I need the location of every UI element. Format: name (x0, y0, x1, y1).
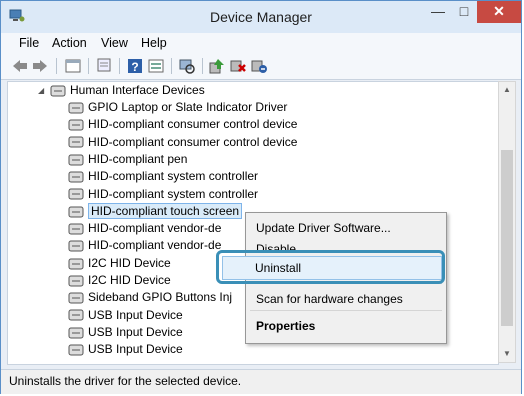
hid-device-icon (68, 102, 84, 114)
toolbar-separator (88, 58, 89, 74)
category-label: Human Interface Devices (70, 83, 205, 97)
tree-device-item[interactable]: HID-compliant consumer control device (68, 116, 297, 133)
device-label: USB Input Device (88, 324, 183, 339)
scroll-up-icon[interactable]: ▲ (499, 82, 515, 98)
device-manager-window: Device Manager — □ ✕ File Action View He… (0, 0, 522, 394)
toolbar-separator (171, 58, 172, 74)
title-bar: Device Manager — □ ✕ (1, 1, 521, 33)
hid-device-icon (68, 327, 84, 339)
toolbar-separator (119, 58, 120, 74)
forward-arrow-icon[interactable] (31, 57, 49, 75)
status-bar: Uninstalls the driver for the selected d… (1, 369, 521, 394)
tree-device-item[interactable]: HID-compliant touch screen (68, 202, 243, 220)
toolbar: ? (1, 53, 521, 80)
device-label: HID-compliant system controller (88, 186, 259, 201)
hid-device-icon (68, 136, 84, 148)
hid-device-icon (68, 240, 84, 252)
device-label: GPIO Laptop or Slate Indicator Driver (88, 100, 288, 114)
scroll-thumb[interactable] (501, 150, 513, 326)
callout-highlight (216, 250, 445, 284)
device-label: HID-compliant vendor-de (88, 238, 222, 253)
menu-view[interactable]: View (101, 36, 128, 50)
disable-device-icon[interactable] (229, 57, 247, 75)
maximize-button[interactable]: □ (451, 1, 477, 23)
back-arrow-icon[interactable] (11, 57, 29, 75)
device-label: USB Input Device (88, 307, 183, 322)
device-label: I2C HID Device (88, 273, 171, 287)
vertical-scrollbar[interactable]: ▲ ▼ (498, 81, 516, 363)
tree-device-item[interactable]: I2C HID Device (68, 255, 171, 272)
minimize-button[interactable]: — (425, 1, 451, 23)
hid-device-icon (68, 223, 84, 235)
update-driver-icon[interactable] (208, 57, 226, 75)
properties-item[interactable]: Properties (256, 319, 315, 333)
tree-device-item[interactable]: HID-compliant pen (68, 151, 187, 168)
uninstall-device-icon[interactable] (250, 57, 268, 75)
device-label: Sideband GPIO Buttons Inj (88, 290, 233, 305)
status-text: Uninstalls the driver for the selected d… (9, 374, 242, 388)
tree-device-item[interactable]: HID-compliant consumer control device (68, 134, 297, 151)
device-label: I2C HID Device (88, 255, 171, 270)
hid-device-icon (68, 309, 84, 321)
hid-device-icon (68, 119, 84, 131)
hid-device-icon (68, 206, 84, 218)
tree-device-item[interactable]: USB Input Device (68, 341, 183, 358)
device-label: HID-compliant system controller (88, 169, 259, 184)
hid-device-icon (68, 292, 84, 304)
hid-device-icon (68, 154, 84, 166)
tree-device-item[interactable]: USB Input Device (68, 324, 183, 341)
tree-device-item[interactable]: HID-compliant vendor-de (68, 220, 221, 237)
properties-icon[interactable] (64, 57, 82, 75)
device-label: HID-compliant vendor-de (88, 221, 222, 236)
expander-icon[interactable]: ◢ (38, 82, 44, 99)
hid-device-icon (68, 188, 84, 200)
update-driver-software-item[interactable]: Update Driver Software... (256, 221, 391, 235)
tree-device-item[interactable]: Sideband GPIO Buttons Inj (68, 289, 232, 306)
device-label: USB Input Device (88, 342, 183, 357)
menu-help[interactable]: Help (141, 36, 167, 50)
toolbar-separator (202, 58, 203, 74)
tree-device-item[interactable]: HID-compliant system controller (68, 168, 258, 185)
device-label: HID-compliant consumer control device (88, 134, 298, 149)
hid-device-icon (68, 275, 84, 287)
device-label: HID-compliant consumer control device (88, 117, 298, 132)
menu-action[interactable]: Action (52, 36, 87, 50)
svg-text:?: ? (131, 60, 138, 74)
computer-icon[interactable] (95, 57, 113, 75)
help-icon[interactable]: ? (126, 57, 144, 75)
menu-file[interactable]: File (19, 36, 39, 50)
hid-device-icon (68, 258, 84, 270)
tree-device-item[interactable]: HID-compliant system controller (68, 186, 258, 203)
scan-hardware-icon[interactable] (178, 57, 196, 75)
tree-device-item[interactable]: HID-compliant vendor-de (68, 237, 221, 254)
toolbar-separator (56, 58, 57, 74)
hid-icon (50, 85, 66, 97)
scan-for-hardware-changes-item[interactable]: Scan for hardware changes (256, 292, 403, 306)
device-label: HID-compliant touch screen (88, 202, 243, 219)
tree-device-item[interactable]: USB Input Device (68, 307, 183, 324)
hid-device-icon (68, 171, 84, 183)
device-label: HID-compliant pen (88, 151, 188, 166)
menu-bar: File Action View Help (1, 33, 521, 53)
close-button[interactable]: ✕ (477, 1, 521, 23)
tree-device-item[interactable]: GPIO Laptop or Slate Indicator Driver (68, 99, 287, 116)
menu-separator (250, 310, 442, 311)
scroll-down-icon[interactable]: ▼ (499, 346, 515, 362)
tree-device-item[interactable]: I2C HID Device (68, 272, 171, 289)
show-hidden-icon[interactable] (147, 57, 165, 75)
hid-device-icon (68, 344, 84, 356)
